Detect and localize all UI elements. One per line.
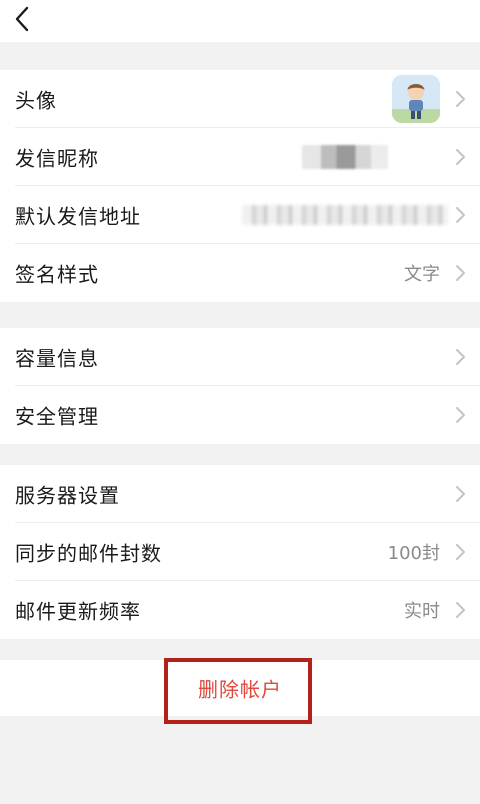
row-avatar[interactable]: 头像: [0, 70, 480, 128]
row-sender-nickname[interactable]: 发信昵称: [0, 128, 480, 186]
top-bar: [0, 0, 480, 42]
chevron-right-icon: [456, 544, 465, 560]
chevron-right-icon: [456, 149, 465, 165]
row-value: 文字: [404, 264, 440, 285]
row-sync-mail-count[interactable]: 同步的邮件封数 100封: [0, 523, 480, 581]
row-label: 服务器设置: [15, 483, 120, 508]
row-label: 邮件更新频率: [15, 599, 141, 624]
row-label: 默认发信地址: [15, 204, 141, 229]
avatar-image: [392, 75, 440, 123]
row-storage-info[interactable]: 容量信息: [0, 328, 480, 386]
row-mail-refresh-frequency[interactable]: 邮件更新频率 实时: [0, 581, 480, 639]
row-server-settings[interactable]: 服务器设置: [0, 465, 480, 523]
row-label: 安全管理: [15, 404, 99, 429]
chevron-right-icon: [456, 349, 465, 365]
chevron-left-icon: [15, 6, 29, 32]
row-value: 100封: [387, 543, 440, 564]
row-label: 签名样式: [15, 262, 99, 287]
row-label: 头像: [15, 88, 57, 113]
chevron-right-icon: [456, 407, 465, 423]
account-storage-security-group: 容量信息 安全管理: [0, 328, 480, 444]
row-label: 容量信息: [15, 346, 99, 371]
row-value: 实时: [404, 601, 440, 622]
row-label: 同步的邮件封数: [15, 541, 162, 566]
chevron-right-icon: [456, 602, 465, 618]
row-security-management[interactable]: 安全管理: [0, 386, 480, 444]
back-button[interactable]: [8, 4, 38, 34]
chevron-right-icon: [456, 207, 465, 223]
chevron-right-icon: [456, 486, 465, 502]
blurred-address: [242, 205, 448, 225]
row-default-sender-address[interactable]: 默认发信地址: [0, 186, 480, 244]
row-signature-style[interactable]: 签名样式 文字: [0, 244, 480, 302]
row-label: 发信昵称: [15, 146, 99, 171]
chevron-right-icon: [456, 265, 465, 281]
chevron-right-icon: [456, 91, 465, 107]
account-profile-group: 头像 发信昵称 默认发信地址 签名样式 文字: [0, 70, 480, 302]
avatar: [392, 75, 440, 123]
account-server-sync-group: 服务器设置 同步的邮件封数 100封 邮件更新频率 实时: [0, 465, 480, 639]
blurred-nickname: [302, 145, 388, 169]
highlight-annotation-box: [164, 658, 312, 724]
